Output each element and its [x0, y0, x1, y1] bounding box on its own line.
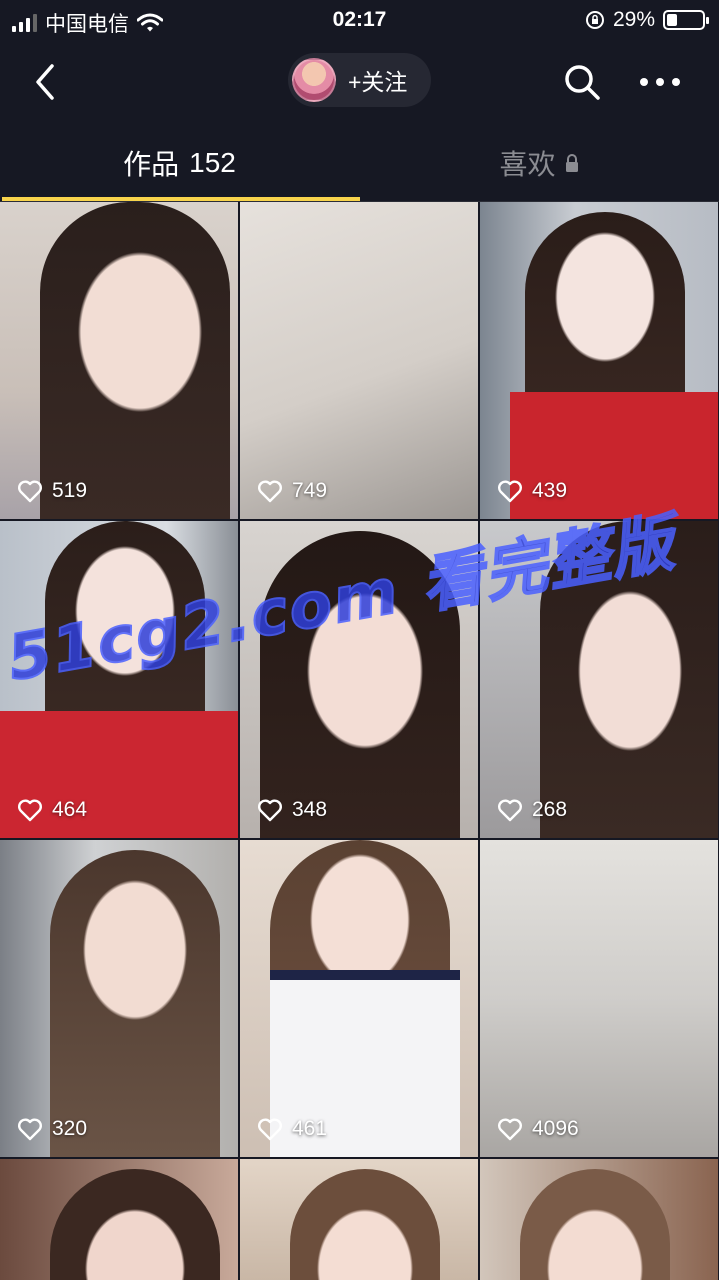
search-icon[interactable]	[562, 62, 602, 102]
rotation-lock-icon	[585, 11, 604, 29]
video-thumbnail[interactable]: 464	[0, 521, 238, 838]
like-count: 461	[292, 1117, 328, 1140]
heart-icon	[258, 1118, 282, 1141]
video-thumbnail[interactable]: 320	[0, 840, 238, 1157]
video-thumbnail[interactable]: 4096	[480, 840, 718, 1157]
heart-icon	[258, 480, 282, 503]
video-thumbnail[interactable]: 268	[480, 521, 718, 838]
video-thumbnail[interactable]: 519	[0, 202, 238, 519]
tab-likes[interactable]: 喜欢	[360, 124, 719, 202]
like-count: 348	[292, 798, 328, 821]
lock-icon	[565, 154, 578, 172]
follow-label: +关注	[348, 69, 408, 95]
like-count: 268	[532, 798, 568, 821]
active-tab-indicator	[2, 197, 360, 201]
video-thumbnail[interactable]	[0, 1159, 238, 1280]
heart-icon	[498, 799, 522, 822]
heart-icon	[258, 799, 282, 822]
like-count: 4096	[532, 1117, 579, 1140]
avatar	[292, 58, 336, 102]
like-count: 519	[52, 479, 88, 502]
follow-button[interactable]: +关注	[288, 53, 431, 107]
video-thumbnail[interactable]	[480, 1159, 718, 1280]
heart-icon	[18, 480, 42, 503]
chevron-left-icon[interactable]	[28, 62, 64, 102]
heart-icon	[18, 1118, 42, 1141]
heart-icon	[18, 799, 42, 822]
like-count: 439	[532, 479, 568, 502]
heart-icon	[498, 1118, 522, 1141]
status-bar: 中国电信 02:17 29%	[0, 0, 719, 40]
tab-works[interactable]: 作品 152	[0, 124, 359, 202]
tab-likes-label: 喜欢	[499, 149, 556, 180]
more-icon[interactable]	[636, 64, 684, 100]
video-grid: 519 749 439 464 348 268 320 461 4096	[0, 202, 719, 1280]
video-thumbnail[interactable]: 439	[480, 202, 718, 519]
video-thumbnail[interactable]: 749	[240, 202, 478, 519]
battery-percent: 29%	[612, 8, 655, 31]
video-thumbnail[interactable]: 348	[240, 521, 478, 838]
battery-icon	[663, 10, 709, 30]
video-thumbnail[interactable]: 461	[240, 840, 478, 1157]
tab-works-label: 作品	[123, 149, 180, 180]
profile-nav-bar: +关注	[0, 40, 719, 124]
profile-tabs: 作品 152 喜欢	[0, 124, 719, 202]
like-count: 749	[292, 479, 328, 502]
like-count: 320	[52, 1117, 88, 1140]
tab-works-count: 152	[189, 147, 236, 178]
video-thumbnail[interactable]	[240, 1159, 478, 1280]
like-count: 464	[52, 798, 88, 821]
heart-icon	[498, 480, 522, 503]
